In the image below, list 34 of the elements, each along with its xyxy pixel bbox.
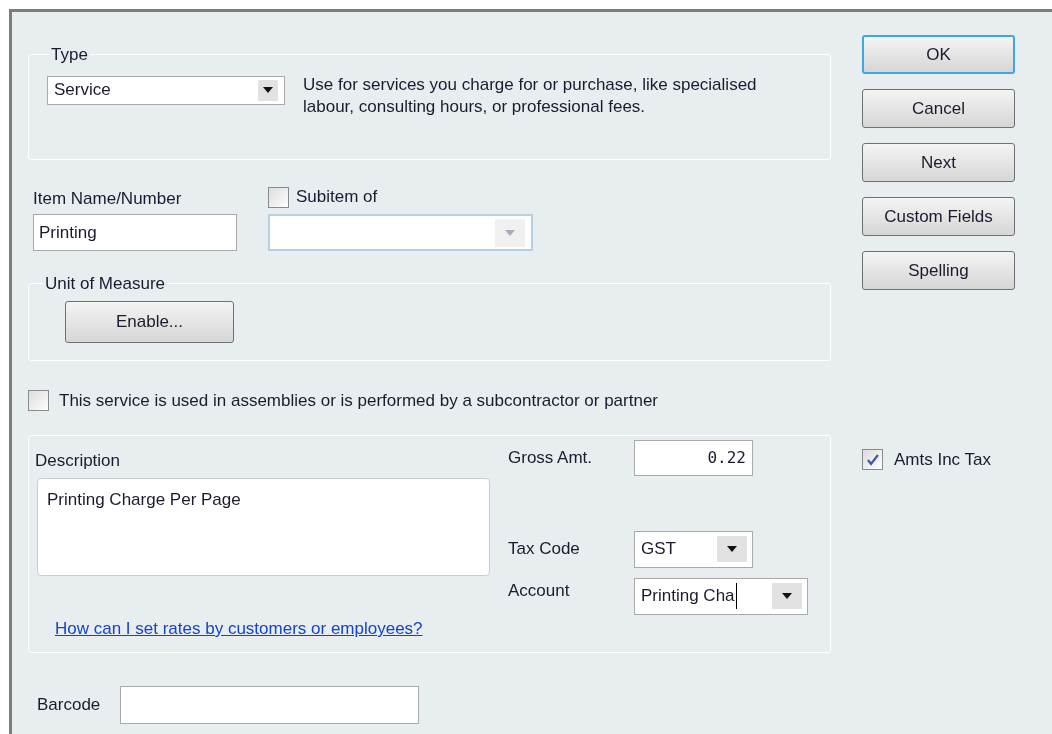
field-label: Account bbox=[508, 579, 571, 602]
checkmark-icon bbox=[865, 452, 880, 467]
dropdown-arrow-icon bbox=[505, 229, 515, 236]
dialog-button[interactable]: Next bbox=[862, 143, 1015, 182]
dropdown-arrow-icon bbox=[782, 593, 792, 599]
checkbox[interactable] bbox=[862, 449, 883, 471]
checkbox-label: This service is used in assemblies or is performed by a subcontractor or partner bbox=[59, 390, 659, 412]
field-label: Barcode bbox=[37, 693, 101, 716]
description-field[interactable]: Printing Charge Per Page bbox=[37, 478, 490, 576]
dialog-button[interactable]: OK bbox=[862, 35, 1015, 74]
tax-code-dropdown[interactable]: GST bbox=[634, 530, 753, 568]
enable-button[interactable]: Enable... bbox=[65, 300, 234, 343]
checkbox-label: Subitem of bbox=[296, 186, 378, 209]
help-link[interactable]: How can I set rates by customers or employees? bbox=[55, 616, 504, 642]
type-dropdown[interactable]: Service bbox=[47, 75, 285, 105]
dialog-button[interactable]: Spelling bbox=[862, 251, 1015, 290]
account-dropdown[interactable]: Printing Cha bbox=[634, 577, 808, 615]
field-label: Tax Code bbox=[508, 538, 581, 561]
field-label: Item Name/Number bbox=[33, 188, 183, 208]
barcode-field[interactable] bbox=[120, 685, 420, 724]
gross-amount-field[interactable]: 0.22 bbox=[634, 439, 753, 476]
checkbox[interactable] bbox=[268, 186, 289, 208]
checkbox[interactable] bbox=[28, 390, 49, 412]
checkbox-label: Amts Inc Tax bbox=[894, 449, 991, 471]
group-label: Type bbox=[50, 44, 89, 66]
dropdown-arrow-icon bbox=[263, 87, 273, 93]
field-label: Description bbox=[35, 449, 122, 472]
dialog-button[interactable]: Custom Fields bbox=[862, 197, 1015, 236]
group-label: Unit of Measure bbox=[44, 273, 166, 295]
dialog-button[interactable]: Cancel bbox=[862, 89, 1015, 128]
dropdown-arrow-icon bbox=[727, 546, 737, 552]
type-description: Use for services you charge for or purchase, like specialised labour, consulting hours, or professional fees. bbox=[303, 73, 758, 118]
item-name-field[interactable]: Printing bbox=[33, 214, 237, 251]
field-label: Gross Amt. bbox=[508, 446, 594, 469]
